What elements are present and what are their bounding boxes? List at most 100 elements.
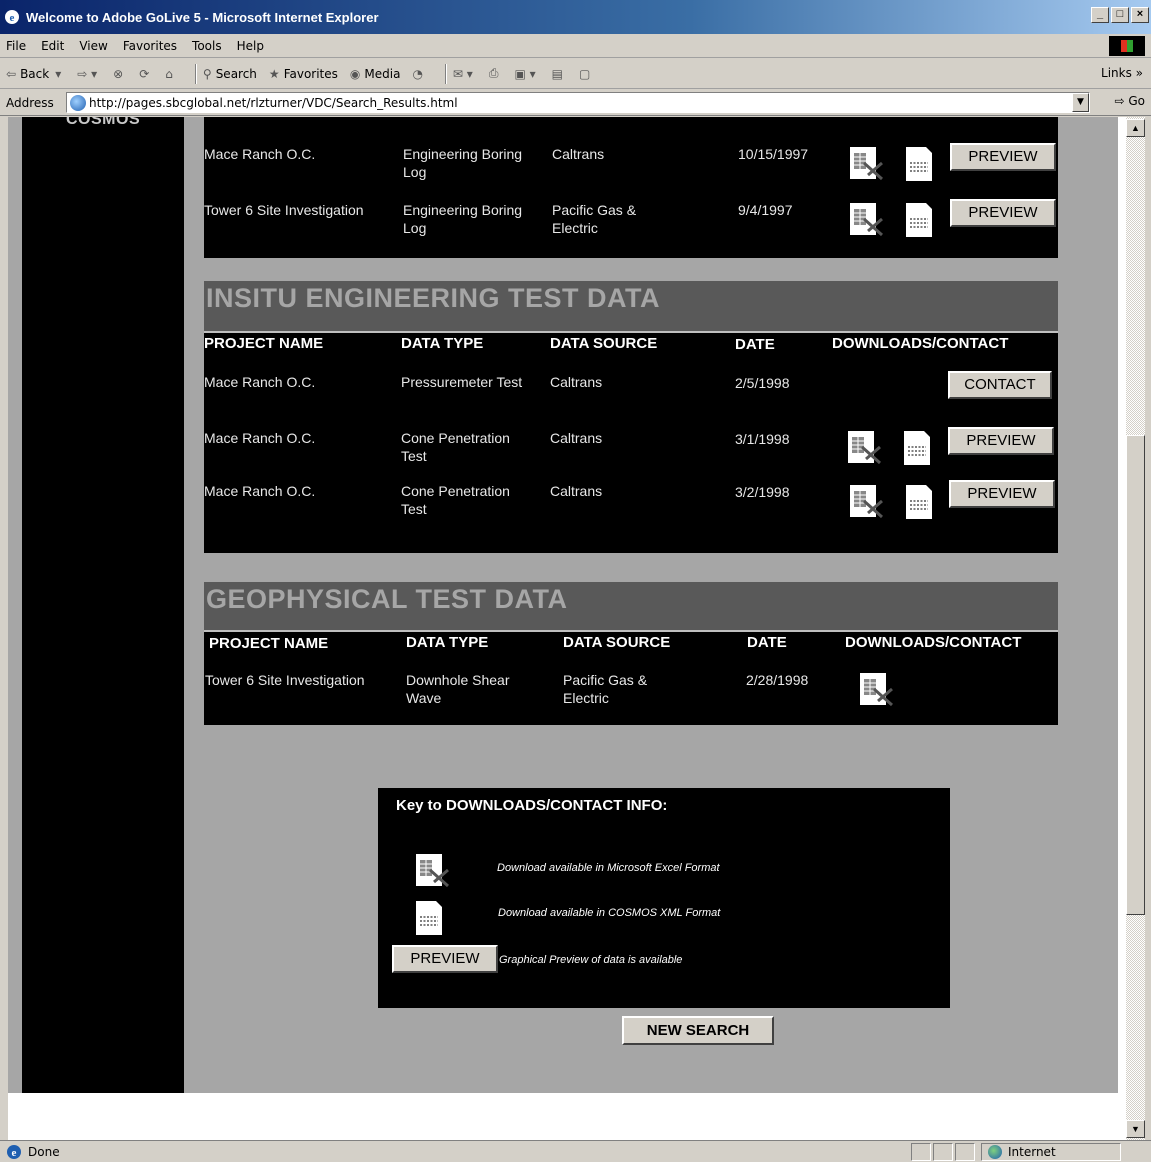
boring-row-2-project: Tower 6 Site Investigation — [204, 202, 364, 218]
maximize-button[interactable]: □ — [1111, 7, 1129, 23]
scrollbar-thumb[interactable] — [1126, 435, 1145, 915]
insitu-row-2-date: 3/1/1998 — [735, 431, 790, 447]
geo-header-type: DATA TYPE — [406, 634, 489, 651]
insitu-header-project: PROJECT NAME — [204, 335, 324, 352]
window-title: Welcome to Adobe GoLive 5 - Microsoft In… — [26, 9, 379, 25]
insitu-row-3-project: Mace Ranch O.C. — [204, 483, 316, 499]
menu-file[interactable]: File — [6, 39, 26, 53]
preview-button[interactable]: PREVIEW — [949, 480, 1055, 508]
vertical-scrollbar[interactable]: ▲ ▼ — [1126, 117, 1145, 1140]
insitu-header-source: DATA SOURCE — [550, 335, 658, 352]
menu-help[interactable]: Help — [237, 39, 264, 53]
boring-row-2-type: Engineering Boring Log — [403, 202, 523, 236]
menu-bar: File Edit View Favorites Tools Help — [0, 34, 1151, 58]
discuss-icon: ▤ — [551, 66, 563, 81]
svg-text:e: e — [12, 1147, 17, 1159]
go-button[interactable]: ⇨ Go — [1114, 94, 1145, 108]
messenger-icon: ▢ — [578, 66, 591, 81]
scroll-up-button[interactable]: ▲ — [1126, 119, 1145, 137]
home-button[interactable]: ⌂ — [165, 67, 177, 81]
media-button[interactable]: ◉ Media — [350, 67, 401, 81]
search-icon: ⚲ — [202, 66, 212, 81]
status-text: Done — [28, 1144, 60, 1159]
history-button[interactable]: ◔ — [412, 67, 426, 81]
insitu-row-2-source: Caltrans — [550, 430, 603, 446]
menu-edit[interactable]: Edit — [41, 39, 64, 53]
insitu-header-type: DATA TYPE — [401, 335, 484, 352]
excel-download-icon[interactable] — [846, 429, 884, 467]
favorites-icon: ★ — [268, 66, 280, 81]
back-arrow-icon: ⇦ — [6, 66, 17, 81]
status-pane — [911, 1143, 931, 1161]
mail-button[interactable]: ✉ ▾ — [453, 67, 477, 81]
geophysical-section-bar: GEOPHYSICAL TEST DATA — [204, 582, 1058, 632]
status-pane — [955, 1143, 975, 1161]
discuss-button[interactable]: ▤ — [552, 67, 567, 81]
boring-row-1-date: 10/15/1997 — [738, 146, 809, 162]
key-excel-text: Download available in Microsoft Excel Fo… — [497, 862, 720, 874]
print-button[interactable]: ⎙ — [489, 66, 503, 81]
menu-favorites[interactable]: Favorites — [123, 39, 177, 53]
key-preview-button: PREVIEW — [392, 945, 498, 973]
left-sidebar: COSMOS — [22, 117, 184, 1093]
back-button[interactable]: ⇦ Back ▾ — [6, 67, 65, 81]
page-viewport: COSMOS Mace Ranch O.C. Engineering Borin… — [8, 117, 1126, 1140]
sidebar-brand: COSMOS — [66, 117, 141, 128]
window-titlebar: e Welcome to Adobe GoLive 5 - Microsoft … — [0, 0, 1151, 34]
excel-download-icon — [416, 854, 449, 888]
excel-download-icon[interactable] — [848, 145, 886, 183]
new-search-button[interactable]: NEW SEARCH — [622, 1016, 774, 1045]
stop-icon: ⊗ — [113, 66, 124, 81]
menu-view[interactable]: View — [79, 39, 107, 53]
forward-button[interactable]: ⇨ ▾ — [77, 67, 101, 81]
dropdown-icon: ▾ — [55, 66, 62, 81]
links-button[interactable]: Links » — [1101, 66, 1143, 80]
address-input[interactable]: http://pages.sbcglobal.net/rlzturner/VDC… — [66, 92, 1090, 113]
boring-row-1-project: Mace Ranch O.C. — [204, 146, 316, 162]
key-title: Key to DOWNLOADS/CONTACT INFO: — [396, 797, 668, 814]
preview-button[interactable]: PREVIEW — [948, 427, 1054, 455]
xml-download-icon[interactable] — [900, 483, 938, 521]
excel-download-icon[interactable] — [848, 201, 886, 239]
boring-row-1-source: Caltrans — [552, 146, 605, 162]
key-box: Key to DOWNLOADS/CONTACT INFO: Download … — [378, 788, 950, 1008]
search-button[interactable]: ⚲ Search — [203, 67, 257, 81]
key-xml-text: Download available in COSMOS XML Format — [498, 907, 721, 919]
status-bar: e Done Internet — [0, 1140, 1151, 1162]
stop-button[interactable]: ⊗ — [113, 67, 127, 81]
insitu-row-1-date: 2/5/1998 — [735, 375, 790, 391]
messenger-button[interactable]: ▢ — [579, 67, 594, 81]
xml-download-icon[interactable] — [900, 145, 938, 183]
minimize-button[interactable]: _ — [1091, 7, 1109, 23]
excel-download-icon[interactable] — [848, 483, 886, 521]
toolbar-separator — [194, 63, 197, 84]
excel-download-icon[interactable] — [858, 671, 896, 709]
insitu-row-3-source: Caltrans — [550, 483, 603, 499]
windows-logo-icon — [1109, 36, 1145, 56]
close-button[interactable]: × — [1131, 7, 1149, 23]
address-label: Address — [6, 95, 54, 110]
address-dropdown-button[interactable]: ▼ — [1072, 93, 1089, 112]
xml-download-icon[interactable] — [900, 201, 938, 239]
contact-button[interactable]: CONTACT — [948, 371, 1052, 399]
preview-button[interactable]: PREVIEW — [950, 143, 1056, 171]
preview-button[interactable]: PREVIEW — [950, 199, 1056, 227]
ie-icon: e — [5, 10, 19, 24]
xml-download-icon — [416, 901, 442, 935]
geo-header-source: DATA SOURCE — [563, 634, 671, 651]
edit-button[interactable]: ▣ ▾ — [514, 67, 539, 81]
insitu-row-3-type: Cone Penetration Test — [401, 483, 510, 517]
boring-row-2-source: Pacific Gas & Electric — [552, 202, 637, 236]
xml-download-icon[interactable] — [898, 429, 936, 467]
refresh-button[interactable]: ⟳ — [139, 67, 153, 81]
menu-tools[interactable]: Tools — [192, 39, 222, 53]
insitu-row-1-source: Caltrans — [550, 374, 603, 390]
geo-row-1-date: 2/28/1998 — [746, 672, 809, 688]
scroll-down-button[interactable]: ▼ — [1126, 1120, 1145, 1138]
boring-row-1-type: Engineering Boring Log — [403, 146, 523, 180]
history-icon: ◔ — [412, 66, 423, 81]
insitu-row-1-type: Pressuremeter Test — [401, 374, 523, 390]
favorites-button[interactable]: ★ Favorites — [269, 67, 338, 81]
print-icon: ⎙ — [488, 66, 499, 80]
insitu-row-2-project: Mace Ranch O.C. — [204, 430, 316, 446]
